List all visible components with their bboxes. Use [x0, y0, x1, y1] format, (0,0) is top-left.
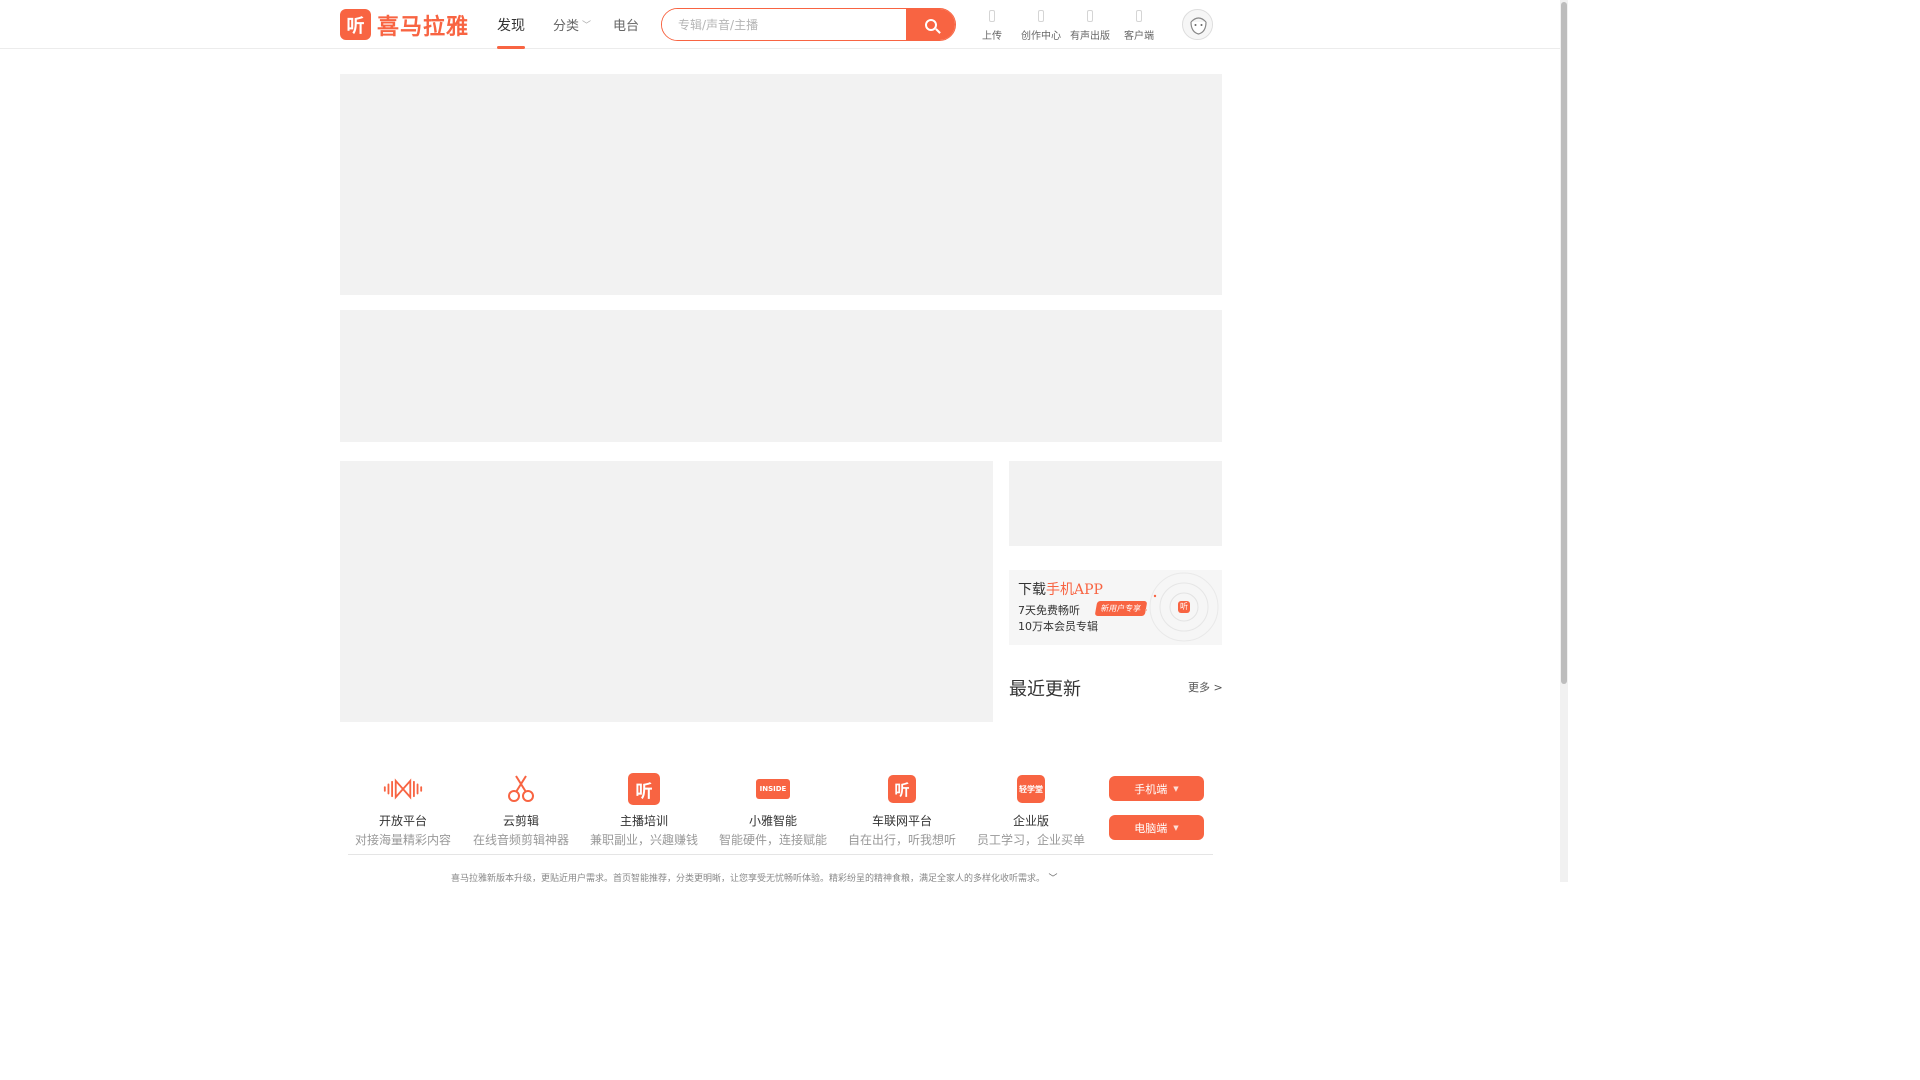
- audio-publishing-button[interactable]: 有声出版: [1063, 10, 1117, 42]
- upload-button[interactable]: 上传: [965, 10, 1019, 42]
- ting-mark-icon: 听: [624, 773, 664, 805]
- search-input[interactable]: [662, 9, 906, 40]
- product-enterprise[interactable]: 轻学堂 企业版 员工学习，企业买单: [969, 773, 1093, 848]
- download-mobile-button[interactable]: 手机端 ▼: [1109, 776, 1204, 801]
- product-name: 车联网平台: [871, 814, 932, 828]
- product-desc: 兼职副业，兴趣赚钱: [589, 833, 698, 847]
- product-cloud-editing[interactable]: 云剪辑 在线音频剪辑神器: [459, 773, 583, 848]
- download-pc-label: 电脑端: [1134, 821, 1168, 835]
- product-name: 小雅智能: [748, 814, 797, 828]
- chevron-down-icon: ﹀: [1048, 874, 1058, 882]
- ting-car-icon: 听: [882, 773, 922, 805]
- product-desc: 在线音频剪辑神器: [472, 833, 569, 847]
- sidebar-login-placeholder: [1009, 461, 1222, 546]
- app-mark-icon: 听: [1178, 601, 1190, 613]
- app-promo-title: 下载手机APP: [1018, 579, 1103, 599]
- search-button[interactable]: [906, 9, 955, 40]
- product-desc: 对接海量精彩内容: [354, 833, 451, 847]
- qingxuetang-icon: 轻学堂: [1011, 773, 1051, 805]
- nav-category-label: 分类: [553, 19, 580, 34]
- creator-center-label: 创作中心: [1021, 31, 1061, 42]
- creator-center-button[interactable]: 创作中心: [1014, 10, 1068, 42]
- nav-radio[interactable]: 电台: [613, 15, 639, 34]
- logo[interactable]: 听 喜马拉雅: [340, 9, 469, 40]
- product-desc: 自在出行，听我想听: [847, 833, 956, 847]
- upload-label: 上传: [982, 31, 1002, 42]
- product-name: 云剪辑: [502, 814, 539, 828]
- inside-chip-icon: INSIDE: [753, 773, 793, 805]
- product-name: 企业版: [1012, 814, 1049, 828]
- nav-category[interactable]: 分类 ﹀: [553, 15, 591, 34]
- product-open-platform[interactable]: 开放平台 对接海量精彩内容: [341, 773, 465, 848]
- scrollbar-thumb[interactable]: [1561, 2, 1567, 684]
- version-notice[interactable]: 喜马拉雅新版本升级，更贴近用户需求。首页智能推荐，分类更明晰，让您享受无忧畅听体…: [451, 871, 1058, 882]
- audio-publishing-label: 有声出版: [1070, 31, 1110, 42]
- product-anchor-training[interactable]: 听 主播培训 兼职副业，兴趣赚钱: [582, 773, 706, 848]
- banner-placeholder: [340, 74, 1222, 295]
- logo-mark-icon: 听: [340, 9, 371, 40]
- category-placeholder: [340, 310, 1222, 442]
- top-header: 听 喜马拉雅 发现 分类 ﹀ 电台 上传 创作中心 有声出版: [0, 0, 1560, 49]
- version-notice-text: 喜马拉雅新版本升级，更贴近用户需求。首页智能推荐，分类更明晰，让您享受无忧畅听体…: [451, 874, 1041, 882]
- product-desc: 员工学习，企业买单: [976, 833, 1085, 847]
- app-promo-line2: 10万本会员专辑: [1018, 620, 1098, 633]
- page: 听 喜马拉雅 发现 分类 ﹀ 电台 上传 创作中心 有声出版: [0, 0, 1568, 882]
- footer-divider: [348, 854, 1213, 855]
- search-icon: [924, 18, 937, 31]
- product-car-platform[interactable]: 听 车联网平台 自在出行，听我想听: [840, 773, 964, 848]
- main-content-placeholder: [340, 461, 993, 722]
- upload-icon: [989, 10, 995, 22]
- chevron-down-icon: ▼: [1173, 823, 1179, 832]
- recent-more-link[interactable]: 更多 >: [1188, 679, 1223, 695]
- scissors-icon: [501, 773, 541, 805]
- app-promo-title-prefix: 下载: [1018, 582, 1046, 598]
- nav-discover[interactable]: 发现: [497, 15, 525, 49]
- download-mobile-label: 手机端: [1134, 782, 1168, 796]
- page-scrollbar[interactable]: [1560, 0, 1568, 882]
- download-pc-button[interactable]: 电脑端 ▼: [1109, 815, 1204, 840]
- publishing-icon: [1087, 10, 1093, 22]
- waveform-icon: [383, 773, 423, 805]
- app-promo-line1: 7天免费畅听: [1018, 604, 1080, 617]
- product-name: 主播培训: [619, 814, 668, 828]
- search-bar: [661, 8, 956, 41]
- product-name: 开放平台: [378, 814, 427, 828]
- product-xiaoya-smart[interactable]: INSIDE 小雅智能 智能硬件，连接赋能: [711, 773, 835, 848]
- client-icon: [1136, 10, 1142, 22]
- user-avatar-icon: [1183, 10, 1212, 39]
- product-desc: 智能硬件，连接赋能: [718, 833, 827, 847]
- avatar[interactable]: [1182, 9, 1213, 40]
- recent-updates-title: 最近更新: [1009, 679, 1081, 700]
- client-label: 客户端: [1124, 31, 1154, 42]
- chevron-down-icon: ▼: [1173, 784, 1179, 793]
- logo-text: 喜马拉雅: [377, 14, 470, 40]
- client-button[interactable]: 客户端: [1112, 10, 1166, 42]
- creator-icon: [1038, 10, 1044, 22]
- chevron-down-icon: ﹀: [582, 21, 592, 31]
- new-user-badge: 新用户专享: [1094, 601, 1148, 616]
- app-promo-title-highlight: 手机APP: [1046, 582, 1103, 598]
